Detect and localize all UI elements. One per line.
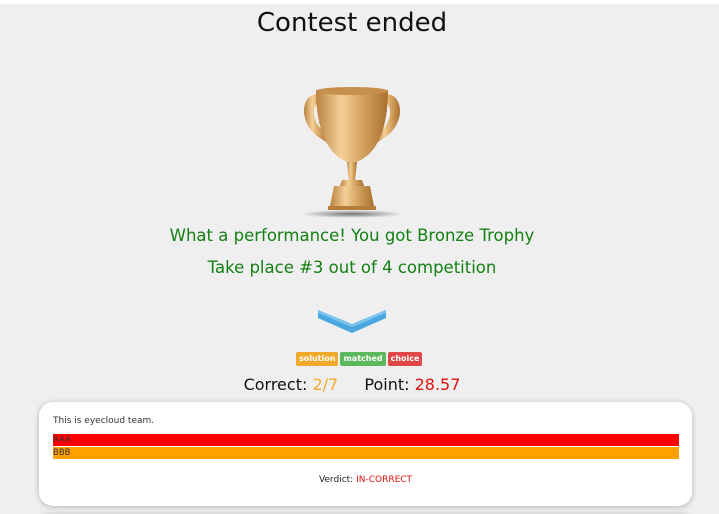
point-label: Point: [364,375,410,394]
contest-result-page: Contest ended What a performance! You go… [0,4,719,514]
score-summary: Correct: 2/7 Point: 28.57 [0,375,704,394]
solution-legend-badge: solution [296,352,339,366]
question-card: This is eyecloud team. AAA BBB Verdict: … [39,402,692,506]
chevron-down-icon[interactable] [318,308,386,334]
verdict-value: IN-CORRECT [356,475,413,485]
correct-label: Correct: [243,375,308,394]
verdict: Verdict: IN-CORRECT [39,475,692,485]
choice-legend-badge: choice [387,352,423,366]
performance-message: What a performance! You got Bronze Troph… [169,226,535,245]
page-title: Contest ended [256,8,448,38]
answer-option-aaa[interactable]: AAA [53,434,679,446]
bronze-trophy-icon [296,82,408,218]
placement-message: Take place #3 out of 4 competition [207,258,497,277]
correct-value: 2/7 [312,375,339,394]
answer-option-bbb[interactable]: BBB [53,447,679,459]
verdict-label: Verdict: [318,475,354,485]
legend: solution matched choice [296,352,423,366]
point-value: 28.57 [414,375,461,394]
matched-legend-badge: matched [340,352,386,366]
question-text: This is eyecloud team. [53,416,155,426]
